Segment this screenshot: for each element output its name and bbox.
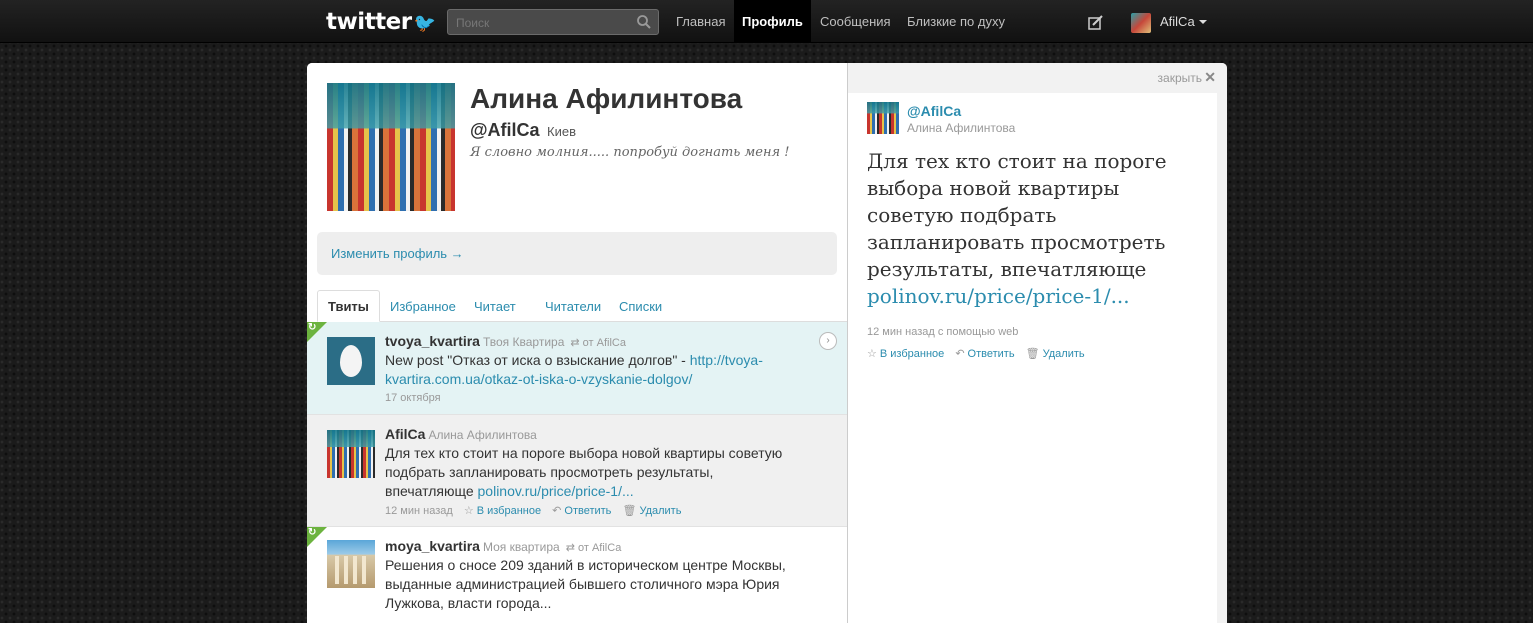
retweet-icon: ⇄ <box>570 337 583 349</box>
star-icon: ☆ <box>867 348 877 360</box>
tweet-avatar[interactable] <box>327 540 375 588</box>
delete-label: Удалить <box>1042 348 1085 360</box>
retweet-badge: ↻ <box>307 527 327 547</box>
nav-home[interactable]: Главная <box>668 0 733 42</box>
tab-following[interactable]: Читает <box>474 291 516 321</box>
nav-messages[interactable]: Сообщения <box>812 0 899 42</box>
search-icon[interactable] <box>636 14 652 30</box>
nav-who-to-follow[interactable]: Близкие по духу <box>899 0 1013 42</box>
reply-icon: ↶ <box>552 505 562 517</box>
tweet-retweeted-by[interactable]: от AfilCa <box>578 542 621 554</box>
detail-link[interactable]: polinov.ru/price/price-1/... <box>867 284 1130 308</box>
retweet-icon: ⇄ <box>565 542 578 554</box>
detail-username[interactable]: @AfilCa <box>907 103 961 119</box>
detail-avatar[interactable] <box>867 102 899 134</box>
tweet-text: New post "Отказ от иска о взыскание долг… <box>385 351 795 389</box>
close-label[interactable]: закрыть <box>1158 71 1202 85</box>
close-icon[interactable]: ✕ <box>1204 69 1216 86</box>
tweet-item[interactable]: ↻ tvoya_kvartira Твоя Квартира ⇄ от AfilCa… <box>307 322 847 415</box>
favorite-action[interactable]: ☆ В избранное <box>464 505 541 517</box>
nav-profile[interactable]: Профиль <box>734 0 811 42</box>
profile-photo[interactable] <box>327 83 455 211</box>
tweet-time[interactable]: 17 октября <box>385 392 441 404</box>
delete-action[interactable]: 🗑 Удалить <box>622 505 681 517</box>
tweet-fullname: Алина Афилинтова <box>428 428 537 442</box>
tweet-header: moya_kvartira Моя квартира ⇄ от AfilCa <box>385 538 621 554</box>
tweet-fullname: Моя квартира <box>482 540 560 554</box>
trash-icon: 🗑 <box>1025 348 1040 360</box>
detail-close-bar: закрыть ✕ <box>848 63 1227 93</box>
star-icon: ☆ <box>463 505 474 517</box>
tweet-username[interactable]: moya_kvartira <box>385 538 480 554</box>
tweet-link[interactable]: polinov.ru/price/price-1/... <box>478 483 634 499</box>
favorite-label: В избранное <box>476 505 542 517</box>
tweet-retweeted-by[interactable]: от AfilCa <box>583 337 626 349</box>
search-box <box>447 9 659 35</box>
profile-location: Киев <box>547 124 576 139</box>
reply-icon: ↶ <box>955 348 965 360</box>
arrow-icon[interactable]: › <box>819 332 837 350</box>
reply-label: Ответить <box>564 505 612 517</box>
tweet-time[interactable]: 12 мин назад <box>385 505 453 517</box>
retweet-badge: ↻ <box>307 322 327 342</box>
trash-icon: 🗑 <box>622 505 637 517</box>
profile-column: Алина Афилинтова @AfilCa Киев Я словно м… <box>307 63 847 623</box>
user-menu-name: AfilCa <box>1160 14 1195 29</box>
tweet-meta: 12 мин назад ☆ В избранное ↶ Ответить 🗑 Уда… <box>385 504 681 517</box>
favorite-label: В избранное <box>879 348 945 360</box>
favorite-action[interactable]: ☆ В избранное <box>867 348 944 360</box>
detail-fullname: Алина Афилинтова <box>907 121 1016 135</box>
compose-icon[interactable] <box>1088 15 1103 30</box>
user-avatar[interactable] <box>1131 13 1151 33</box>
tweet-username[interactable]: tvoya_kvartira <box>385 333 480 349</box>
tweet-text-body: New post "Отказ от иска о взыскание долг… <box>385 352 690 368</box>
logo-text: twitter <box>326 9 412 35</box>
tweet-avatar[interactable] <box>327 430 375 478</box>
main-panel: Алина Афилинтова @AfilCa Киев Я словно м… <box>307 63 1227 623</box>
reply-label: Ответить <box>967 348 1015 360</box>
tweet-avatar[interactable] <box>327 337 375 385</box>
twitter-logo[interactable]: twitter 🐦 <box>326 9 436 35</box>
chevron-down-icon <box>1198 20 1207 24</box>
detail-text: Для тех кто стоит на пороге выбора новой… <box>867 148 1207 310</box>
bird-icon: 🐦 <box>413 13 436 34</box>
detail-time: 12 мин назад с помощью web <box>867 326 1019 338</box>
profile-handle: @AfilCa <box>470 120 540 140</box>
tweet-header: AfilCa Алина Афилинтова <box>385 426 537 442</box>
user-menu[interactable]: AfilCa <box>1160 0 1207 42</box>
tab-tweets[interactable]: Твиты <box>317 290 380 322</box>
detail-content: @AfilCa Алина Афилинтова Для тех кто сто… <box>848 93 1217 623</box>
tweet-username[interactable]: AfilCa <box>385 426 425 442</box>
detail-actions: ☆ В избранное ↶ Ответить 🗑 Удалить <box>867 347 1093 360</box>
detail-text-body: Для тех кто стоит на пороге выбора новой… <box>867 149 1167 281</box>
tweet-detail-pane: закрыть ✕ @AfilCa Алина Афилинтова Для т… <box>847 63 1227 623</box>
reply-action[interactable]: ↶ Ответить <box>955 348 1014 360</box>
tweet-item[interactable]: ↻ moya_kvartira Моя квартира ⇄ от AfilCa Р… <box>307 527 847 623</box>
tweet-text: Для тех кто стоит на пороге выбора новой… <box>385 444 795 501</box>
tweet-text: Решения о сносе 209 зданий в историческо… <box>385 557 786 611</box>
top-bar: twitter🐦 Главная Профиль Сообщения Близк… <box>0 0 1533 43</box>
profile-name: Алина Афилинтова <box>470 83 743 114</box>
reply-action[interactable]: ↶ Ответить <box>552 505 611 517</box>
tweet-fullname: Твоя Квартира <box>482 335 565 349</box>
profile-bio: Я словно молния..... попробуй догнать ме… <box>470 145 790 160</box>
tab-followers[interactable]: Читатели <box>545 291 601 321</box>
search-input[interactable] <box>454 13 633 33</box>
tab-lists[interactable]: Списки <box>619 291 662 321</box>
delete-action[interactable]: 🗑 Удалить <box>1026 348 1085 360</box>
edit-profile-box: Изменить профиль → <box>317 232 837 275</box>
profile-tabs: Твиты Избранное Читает Читатели Списки <box>317 290 847 322</box>
tweet-header: tvoya_kvartira Твоя Квартира ⇄ от AfilCa <box>385 333 626 349</box>
tweet-item[interactable]: AfilCa Алина Афилинтова Для тех кто стоит… <box>307 415 847 527</box>
tab-favorites[interactable]: Избранное <box>390 291 456 321</box>
edit-profile-link[interactable]: Изменить профиль → <box>331 246 464 261</box>
delete-label: Удалить <box>639 505 682 517</box>
